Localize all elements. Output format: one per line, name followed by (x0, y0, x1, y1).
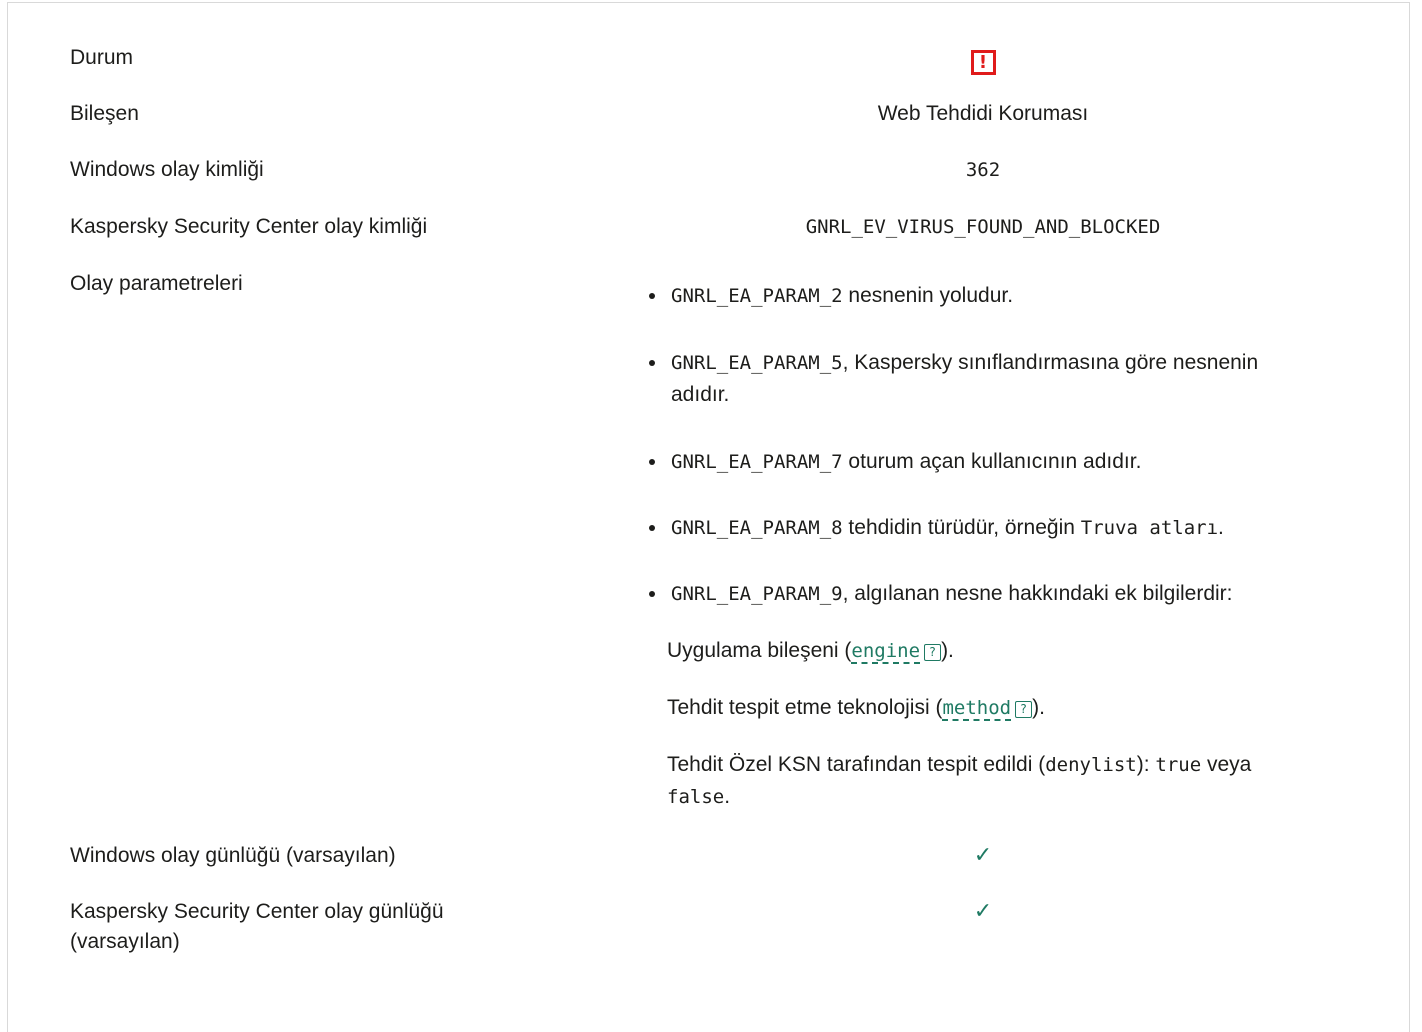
event-params-label: Olay parametreleri (70, 272, 243, 295)
component-value: Web Tehdidi Koruması (877, 102, 1089, 125)
param-8-end: . (1218, 516, 1224, 539)
windows-log-value: ✓ (483, 841, 1422, 871)
help-icon[interactable]: ? (1015, 701, 1033, 718)
component-label: Bileşen (70, 102, 139, 125)
ksc-event-id-value: GNRL_EV_VIRUS_FOUND_AND_BLOCKED (805, 216, 1161, 238)
param-9-code: GNRL_EA_PARAM_9 (671, 583, 843, 605)
detail-denylist-text: Tehdit Özel KSN tarafından tespit edildi… (667, 753, 1046, 776)
ksc-log-value: ✓ (483, 897, 1422, 927)
params-list: GNRL_EA_PARAM_2 nesnenin yoludur. GNRL_E… (643, 280, 1363, 813)
param-5-text-2: adıdır. (671, 383, 730, 406)
windows-log-label: Windows olay günlüğü (varsayılan) (70, 844, 396, 867)
ksc-log-label-line2: (varsayılan) (70, 930, 180, 953)
param-2-text: nesnenin yoludur. (842, 284, 1014, 307)
ksc-log-label-line1: Kaspersky Security Center olay günlüğü (70, 900, 444, 923)
param-8-text: tehdidin türüdür, örneğin (842, 516, 1081, 539)
denylist-code: denylist (1045, 754, 1137, 776)
param-9-text: , algılanan nesne hakkındaki ek bilgiler… (842, 582, 1233, 605)
false-value: false (667, 786, 725, 808)
detail-engine-end: ). (941, 639, 954, 662)
param-7-code: GNRL_EA_PARAM_7 (671, 451, 843, 473)
detail-engine: Uygulama bileşeni (engine?). (643, 635, 1363, 667)
or-word: veya (1201, 753, 1252, 776)
param-7-text: oturum açan kullanıcının adıdır. (842, 450, 1142, 473)
event-card: Durum ! Bileşen Web Tehdidi Koruması Win… (7, 2, 1410, 1032)
param-2-code: GNRL_EA_PARAM_2 (671, 285, 843, 307)
check-icon: ✓ (973, 843, 993, 868)
detail-method-end: ). (1032, 696, 1045, 719)
help-icon[interactable]: ? (924, 644, 942, 661)
engine-link[interactable]: engine (851, 640, 921, 664)
detail-denylist: Tehdit Özel KSN tarafından tespit edildi… (643, 749, 1363, 813)
method-link[interactable]: method (942, 697, 1012, 721)
detail-method-text: Tehdit tespit etme teknolojisi ( (667, 696, 943, 719)
detail-method: Tehdit tespit etme teknolojisi (method?)… (643, 692, 1363, 724)
check-icon: ✓ (973, 899, 993, 924)
ksc-log-label: Kaspersky Security Center olay günlüğü (… (70, 897, 550, 957)
detail-denylist-mid: ): (1136, 753, 1156, 776)
param-9-item: GNRL_EA_PARAM_9, algılanan nesne hakkınd… (643, 578, 1363, 610)
param-2-item: GNRL_EA_PARAM_2 nesnenin yoludur. (643, 280, 1363, 312)
status-value: ! (483, 47, 1422, 77)
param-7-item: GNRL_EA_PARAM_7 oturum açan kullanıcının… (643, 446, 1363, 478)
param-5-code: GNRL_EA_PARAM_5 (671, 352, 843, 374)
param-5-text: , Kaspersky sınıflandırmasına göre nesne… (842, 351, 1259, 374)
status-label: Durum (70, 46, 134, 69)
param-8-code: GNRL_EA_PARAM_8 (671, 517, 843, 539)
detail-denylist-end: . (724, 785, 731, 808)
param-8-example: Truva atları (1080, 517, 1219, 539)
windows-event-id-value: 362 (965, 159, 1001, 181)
param-8-item: GNRL_EA_PARAM_8 tehdidin türüdür, örneği… (643, 512, 1363, 544)
windows-event-id-label: Windows olay kimliği (70, 158, 264, 181)
detail-engine-text: Uygulama bileşeni ( (667, 639, 852, 662)
error-icon: ! (970, 50, 996, 75)
ksc-event-id-label: Kaspersky Security Center olay kimliği (70, 215, 428, 238)
param-5-item: GNRL_EA_PARAM_5, Kaspersky sınıflandırma… (643, 347, 1363, 411)
true-value: true (1155, 754, 1202, 776)
